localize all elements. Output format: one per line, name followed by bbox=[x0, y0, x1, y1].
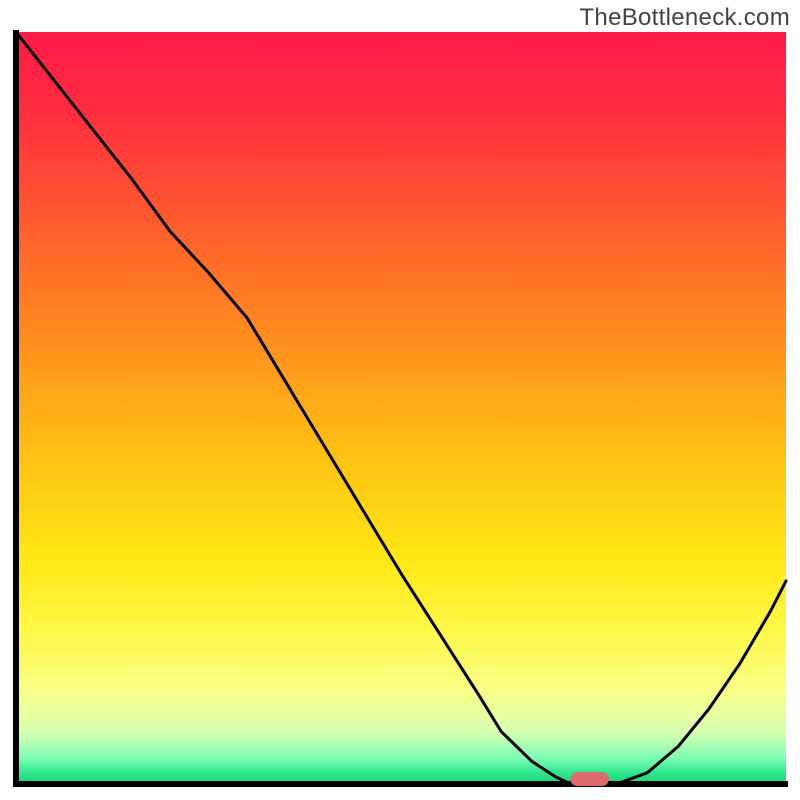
gradient-background bbox=[16, 32, 786, 784]
watermark-text: TheBottleneck.com bbox=[579, 4, 790, 32]
chart-svg bbox=[12, 30, 788, 788]
plot-area bbox=[12, 30, 788, 788]
optimal-range-marker bbox=[570, 772, 609, 786]
chart-frame: TheBottleneck.com bbox=[0, 0, 800, 800]
